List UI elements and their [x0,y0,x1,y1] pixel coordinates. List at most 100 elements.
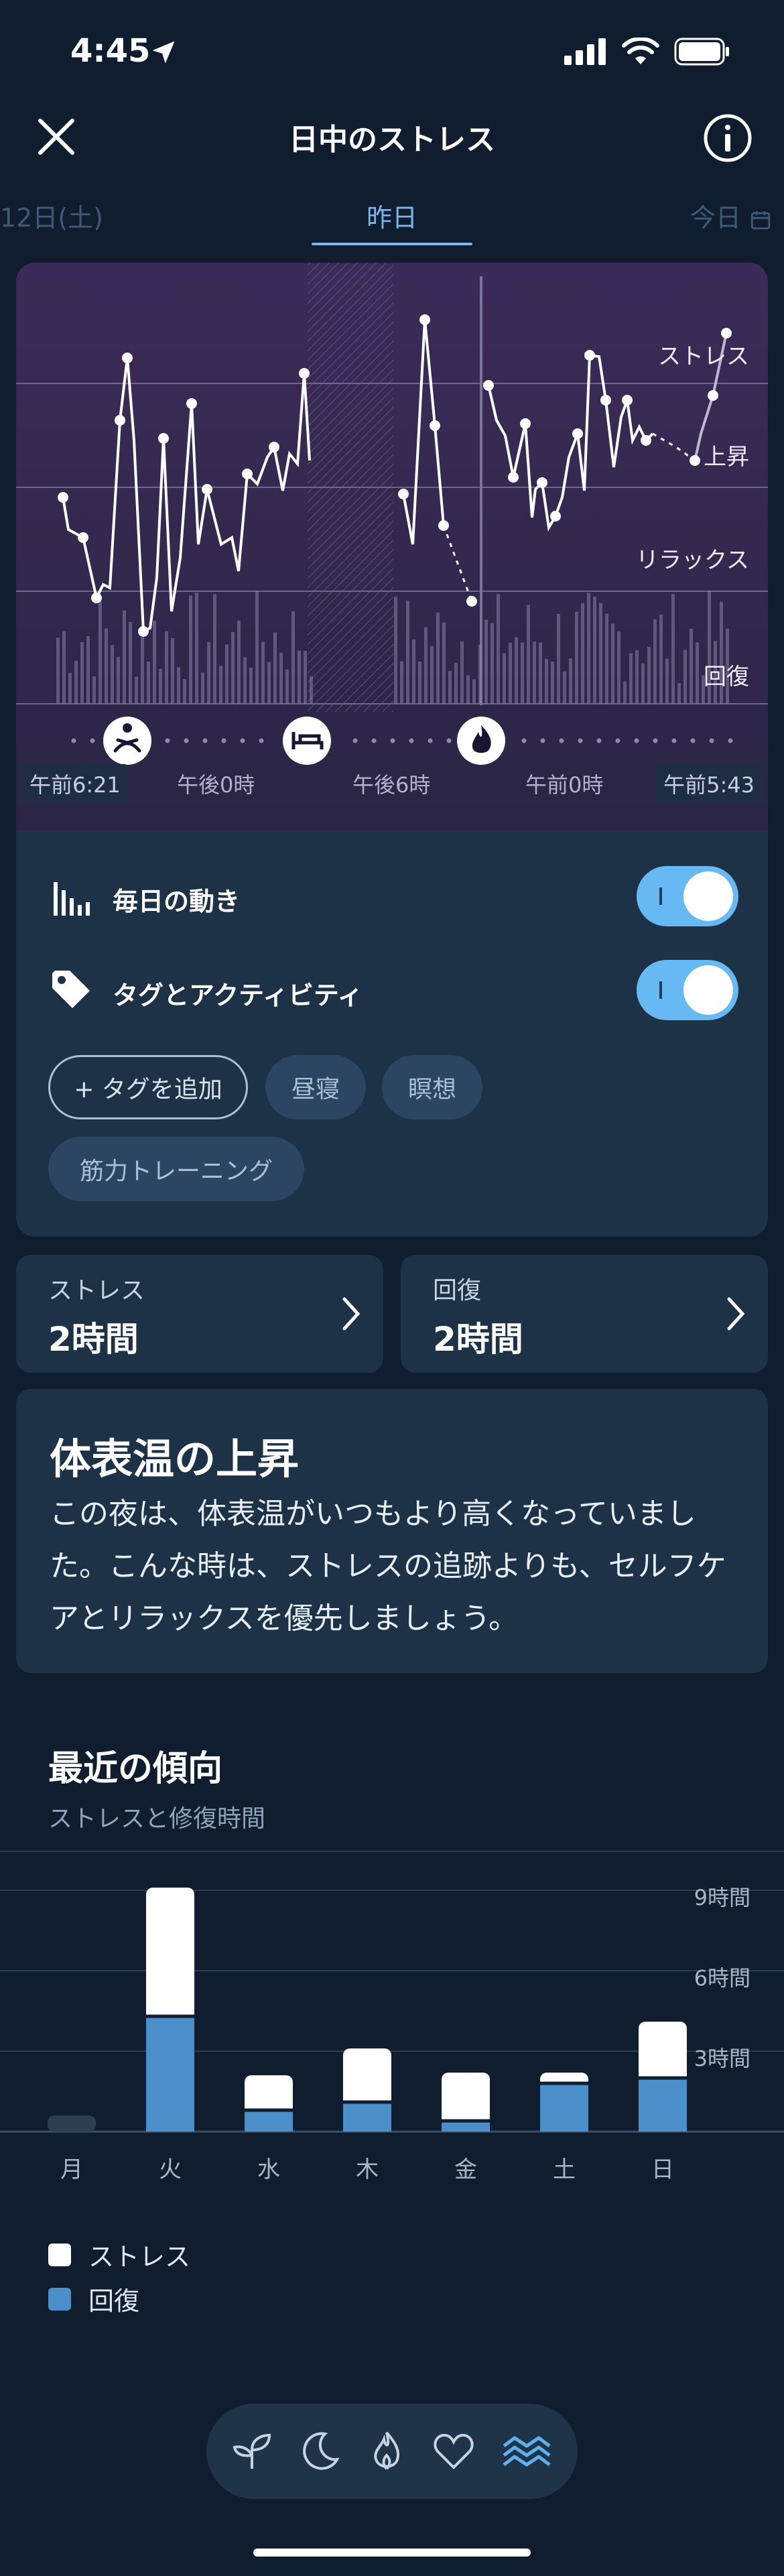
stress-point [158,433,169,444]
restore-summary-card[interactable]: 回復 2時間 [401,1255,768,1373]
tab-previous-day[interactable]: 12日(土) [0,197,121,234]
stress-point [483,380,494,391]
y-tick-label: 3時間 [694,2046,750,2071]
bar-stress[interactable] [639,2022,687,2085]
bar-restore[interactable] [245,2110,293,2132]
tab-yesterday[interactable]: 昨日 [312,197,472,234]
activity-bar [545,659,548,704]
activity-bar [436,612,440,704]
bar-restore[interactable] [639,2078,687,2132]
activity-bar [641,663,645,704]
activity-bar [267,662,271,704]
tab-active-indicator [312,243,472,245]
activity-bar [442,622,446,704]
bar-restore[interactable] [343,2102,391,2132]
bar-stress[interactable] [146,1888,194,2023]
stress-point [138,626,149,637]
bed-icon[interactable] [283,717,331,765]
stress-point [398,489,409,499]
insight-card: 体表温の上昇 この夜は、体表温がいつもより高くなっていました。こんな時は、ストレ… [16,1389,768,1673]
time-label-midnight: 午前0時 [525,772,604,798]
trend-chart[interactable]: 3時間 6時間 9時間月 火 水 木 金 土 日 [0,1850,784,2199]
stress-point [78,532,88,543]
timeline-dot [615,738,620,743]
x-tick-label: 火 [159,2156,182,2183]
activity-bar [225,644,228,704]
stress-point [622,395,633,406]
tag-chip-strength-training[interactable]: 筋力トレーニング [48,1137,304,1201]
status-icons [564,38,730,66]
legend-label-restore: 回復 [88,2286,140,2316]
restore-summary-value: 2時間 [433,1320,523,1359]
meditation-icon[interactable] [103,717,151,765]
activity-bar [587,593,590,704]
moon-icon[interactable] [298,2430,341,2473]
stress-summary-label: ストレス [48,1277,145,1304]
heart-icon[interactable] [432,2430,475,2473]
activity-bar [491,623,494,704]
activity-bar [285,669,289,704]
bar-restore[interactable] [146,2016,194,2132]
x-tick-label: 土 [553,2156,576,2183]
timeline-dot [240,738,245,743]
timeline-dot [559,738,564,743]
stress-point [269,442,279,452]
timeline-dot [728,738,733,743]
stress-summary-card[interactable]: ストレス 2時間 [16,1255,383,1373]
activity-bar [147,662,150,704]
activity-bar [62,631,66,704]
activity-bar [623,681,627,704]
activity-bar [683,650,687,704]
flame-icon[interactable] [457,717,505,765]
activity-bar [231,631,235,704]
activity-bar [201,672,204,704]
tab-today[interactable]: 今日 [690,197,784,234]
activity-bar [563,671,566,704]
timeline-dot [671,738,677,743]
activity-bar [213,594,216,704]
activity-bar [527,605,530,704]
tag-chip-nap[interactable]: 昼寝 [265,1055,366,1119]
add-tag-button[interactable]: + タグを追加 [48,1055,248,1119]
timeline-dot [428,738,433,743]
activity-bar [509,642,512,704]
activity-bar [99,601,102,704]
activity-bar [647,646,651,704]
stress-point [299,368,310,379]
activity-bar [418,661,421,704]
stress-point [466,596,477,607]
stress-chart[interactable]: ストレス 上昇 リラックス 回復 午前6:21 午後0時 午後6時 午前0時 午… [16,263,768,831]
bar-stress[interactable] [48,2115,96,2132]
activity-bar [86,636,90,704]
activity-bar [690,628,693,704]
timeline-dot [390,738,395,743]
activity-bar [677,683,681,704]
waves-icon[interactable] [500,2430,553,2473]
activity-bar [165,631,168,704]
activity-bar [696,642,699,704]
activity-bar [448,670,452,704]
activity-bar [617,631,620,704]
activity-bar [92,676,96,704]
timeline-dot [521,738,527,743]
activity-bar [237,620,241,704]
activity-bar [279,652,283,704]
sprout-icon[interactable] [231,2430,273,2473]
bar-stress[interactable] [343,2048,391,2109]
stress-point [242,469,253,479]
info-icon[interactable] [702,113,753,164]
activity-bar [406,601,409,704]
daily-movement-toggle[interactable] [637,866,738,926]
activity-bar [412,639,415,704]
tags-activities-toggle[interactable] [637,960,738,1020]
activity-bar [551,661,554,704]
activity-bar [454,662,458,704]
flame-icon[interactable] [365,2430,408,2473]
tag-chip-meditation[interactable]: 瞑想 [382,1055,482,1119]
bar-restore[interactable] [540,2083,588,2132]
stress-point [430,420,440,431]
activity-bar [195,593,198,704]
activity-bar [255,591,259,704]
status-time: 4:45 [70,32,151,70]
wifi-icon [622,38,659,64]
